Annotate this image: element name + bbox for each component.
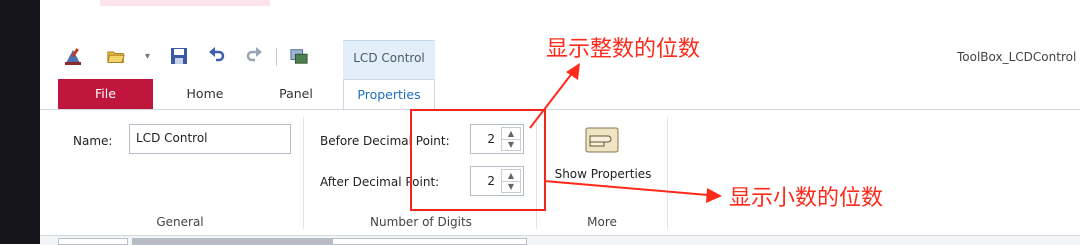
annotation-arrows xyxy=(529,63,722,203)
annotation-arrow-up xyxy=(529,63,580,129)
scrollbar-thumb[interactable] xyxy=(133,239,333,244)
annotation-arrow-right xyxy=(543,180,722,203)
